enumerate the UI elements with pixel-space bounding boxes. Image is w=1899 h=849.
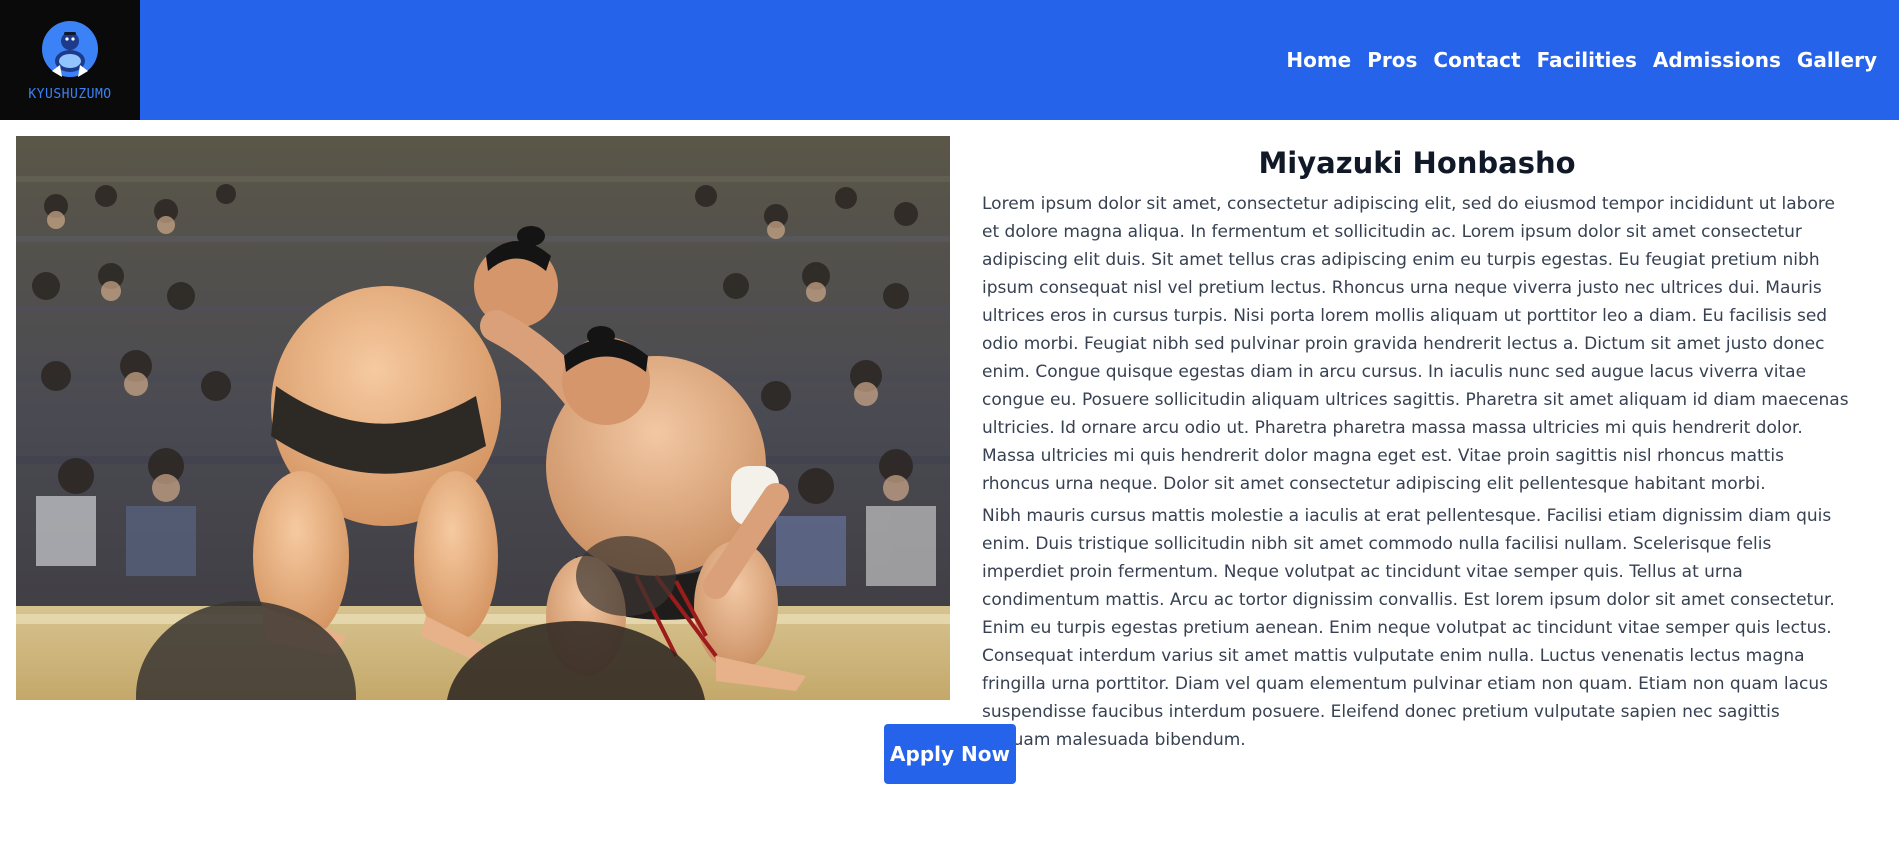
- sumo-bout-image: [16, 136, 950, 700]
- nav-gallery[interactable]: Gallery: [1797, 48, 1877, 72]
- nav-contact[interactable]: Contact: [1433, 48, 1520, 72]
- main-nav: Home Pros Contact Facilities Admissions …: [1286, 0, 1877, 120]
- intro-paragraph: Lorem ipsum dolor sit amet, consectetur …: [982, 194, 1849, 494]
- sumo-mascot-icon: [42, 20, 98, 77]
- nav-home[interactable]: Home: [1286, 48, 1351, 72]
- details-paragraph: Nibh mauris cursus mattis molestie a iac…: [982, 506, 1835, 750]
- logo-wordmark: KYUSHUZUMO: [28, 86, 112, 102]
- site-logo[interactable]: KYUSHUZUMO: [0, 0, 140, 120]
- main-content: Miyazuki Honbasho Lorem ipsum dolor sit …: [982, 136, 1852, 754]
- nav-admissions[interactable]: Admissions: [1653, 48, 1781, 72]
- site-header: KYUSHUZUMO Home Pros Contact Facilities …: [0, 0, 1899, 120]
- apply-now-button[interactable]: Apply Now: [884, 724, 1016, 784]
- nav-facilities[interactable]: Facilities: [1537, 48, 1637, 72]
- nav-pros[interactable]: Pros: [1367, 48, 1417, 72]
- sumo-photo: [16, 136, 950, 700]
- page-title: Miyazuki Honbasho: [1258, 146, 1576, 180]
